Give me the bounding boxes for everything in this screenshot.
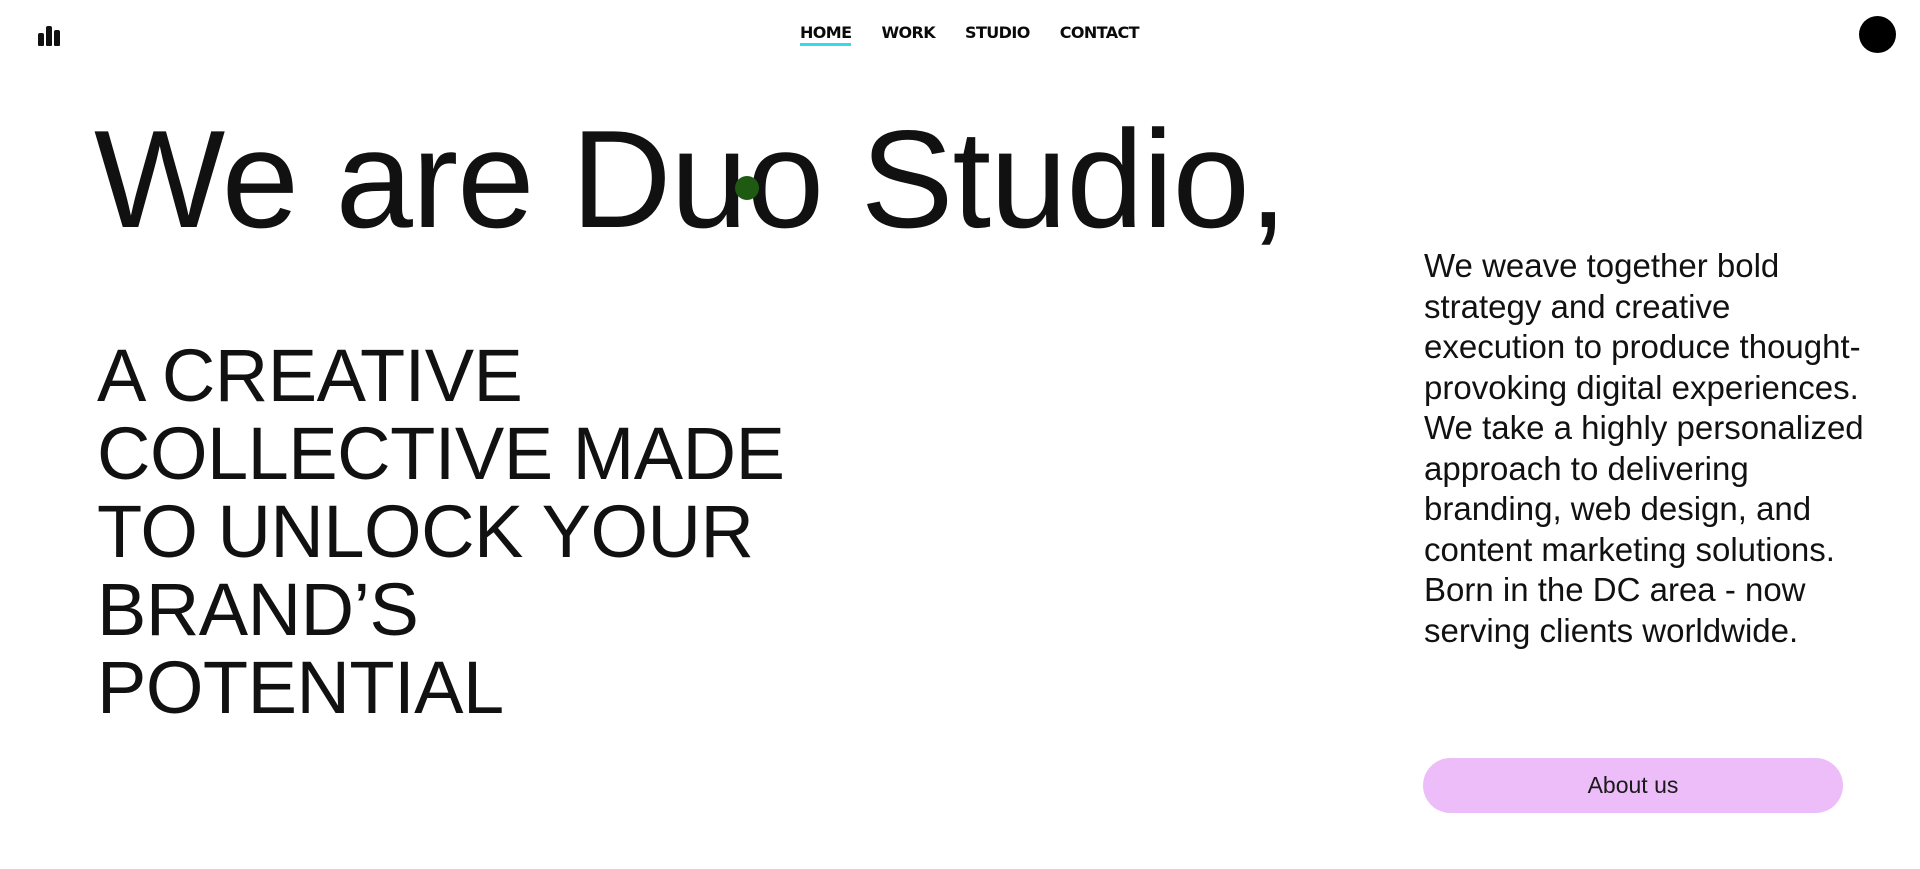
logo-bar: [54, 30, 60, 46]
logo-icon[interactable]: [38, 22, 62, 46]
hero-tagline: A CREATIVE COLLECTIVE MADE TO UNLOCK YOU…: [97, 334, 785, 729]
nav-studio-link[interactable]: STUDIO: [965, 23, 1030, 46]
nav-contact-link[interactable]: CONTACT: [1060, 23, 1140, 46]
profile-dot-icon[interactable]: [1859, 16, 1896, 53]
page: HOME WORK STUDIO CONTACT We are Duo Stud…: [0, 0, 1920, 869]
hero-title: We are Duo Studio,: [94, 102, 1287, 257]
logo-bar: [38, 33, 44, 46]
main-nav: HOME WORK STUDIO CONTACT: [800, 23, 1140, 46]
about-us-button[interactable]: About us: [1423, 758, 1843, 813]
nav-home-link[interactable]: HOME: [800, 23, 852, 46]
nav-work-link[interactable]: WORK: [881, 23, 935, 46]
logo-bar: [46, 26, 52, 46]
cursor-dot-icon: [735, 176, 759, 200]
intro-paragraph: We weave together bold strategy and crea…: [1424, 247, 1864, 649]
